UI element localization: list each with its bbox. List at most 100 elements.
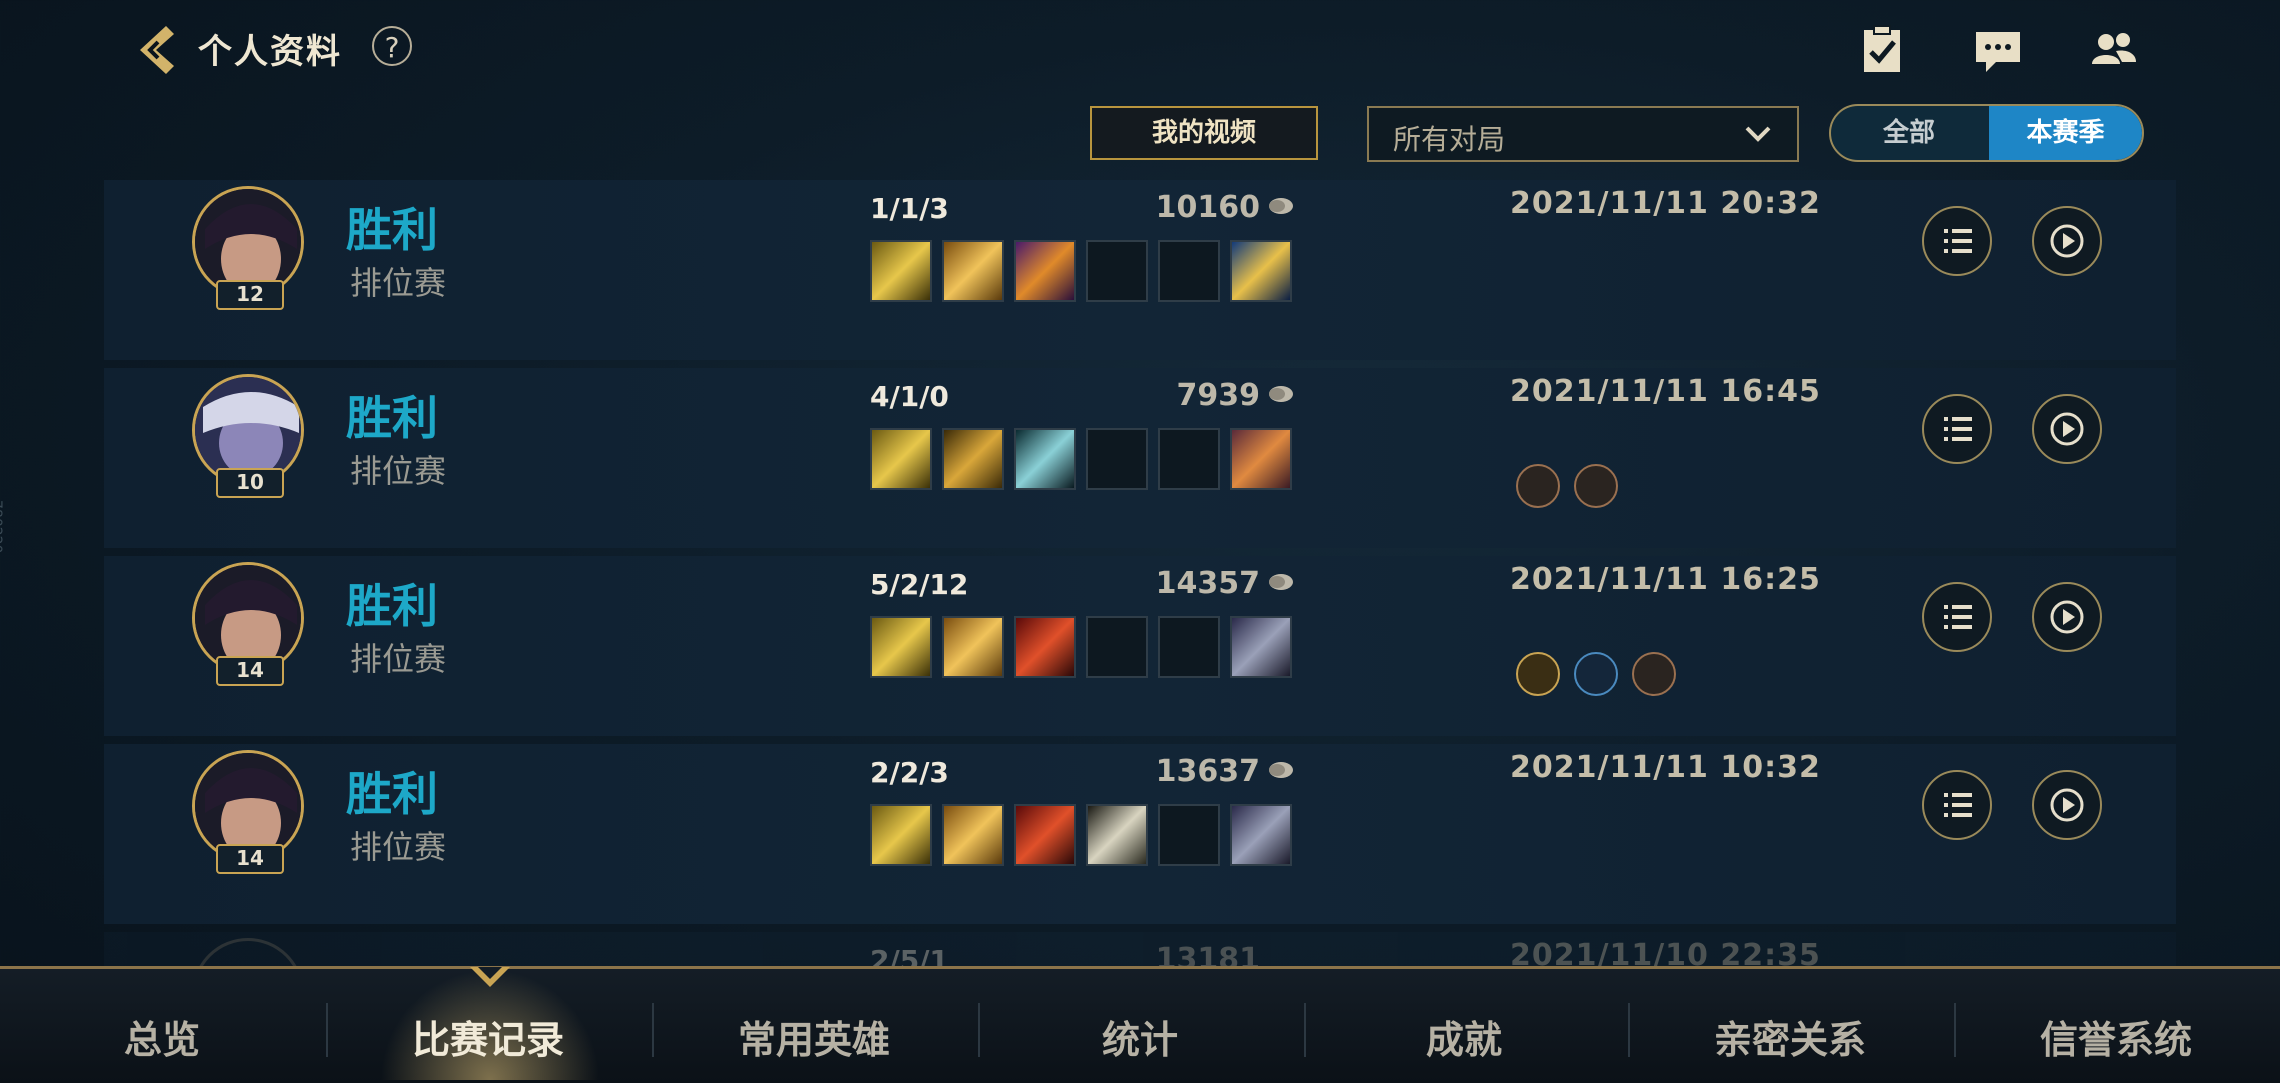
tab-honor[interactable]: 信誉系统: [2040, 1009, 2192, 1064]
season-toggle[interactable]: 全部 本赛季: [1829, 104, 2144, 162]
champion-level: 12: [216, 280, 284, 310]
gold-amount: 14357: [1155, 566, 1260, 601]
replay-icon: [2050, 788, 2084, 822]
tab-achievements[interactable]: 成就: [1426, 1009, 1502, 1064]
chat-icon[interactable]: [1970, 22, 2026, 78]
replay-button[interactable]: [2032, 582, 2102, 652]
match-date: 2021/11/11 20:32: [1510, 186, 1821, 221]
active-tab-pointer-icon: [470, 967, 510, 987]
replay-icon: [2050, 412, 2084, 446]
gold-icon: [1269, 574, 1293, 590]
segment-season[interactable]: 本赛季: [1989, 106, 2142, 160]
top-bar: 个人资料 ?: [0, 0, 2280, 100]
item-slot[interactable]: [1014, 240, 1076, 302]
match-result: 胜利: [346, 579, 438, 633]
match-row[interactable]: 14 胜利 排位赛 2/2/3 13637 2021/11/11 10:32: [104, 744, 2176, 924]
item-slot[interactable]: [1014, 804, 1076, 866]
tab-stats[interactable]: 统计: [1102, 1009, 1178, 1064]
my-videos-button[interactable]: 我的视频: [1090, 106, 1318, 160]
match-result: 胜利: [346, 203, 438, 257]
item-slot[interactable]: [942, 428, 1004, 490]
replay-button[interactable]: [2032, 206, 2102, 276]
match-date: 2021/11/11 10:32: [1510, 750, 1821, 785]
item-slot[interactable]: [942, 240, 1004, 302]
back-icon[interactable]: [128, 20, 188, 80]
item-slot-empty: [1158, 616, 1220, 678]
bottom-nav: 总览 比赛记录 常用英雄 统计 成就 亲密关系 信誉系统: [0, 966, 2280, 1083]
champion-avatar: [192, 938, 304, 966]
item-slot[interactable]: [1086, 804, 1148, 866]
match-row[interactable]: 2/5/1 13181 2021/11/10 22:35: [104, 932, 2176, 966]
match-filter-dropdown[interactable]: 所有对局: [1367, 106, 1799, 162]
match-mode: 排位赛: [350, 828, 447, 866]
tab-overview[interactable]: 总览: [124, 1009, 200, 1064]
achievement-badge-icon: [1632, 652, 1676, 696]
trinket-slot[interactable]: [1230, 428, 1292, 490]
match-row[interactable]: 10 胜利 排位赛 4/1/0 7939 2021/11/11 16:45: [104, 368, 2176, 548]
trinket-slot[interactable]: [1230, 240, 1292, 302]
kda: 5/2/12: [870, 568, 969, 601]
tab-match-history[interactable]: 比赛记录: [412, 1009, 564, 1064]
match-row[interactable]: 14 胜利 排位赛 5/2/12 14357 2021/11/11 16:25: [104, 556, 2176, 736]
kda: 2/5/1: [870, 944, 949, 966]
tab-divider: [1628, 1003, 1630, 1057]
achievement-badge-icon: [1516, 652, 1560, 696]
match-mode: 排位赛: [350, 264, 447, 302]
details-button[interactable]: [1922, 206, 1992, 276]
tab-champions[interactable]: 常用英雄: [738, 1009, 890, 1064]
item-slot[interactable]: [870, 804, 932, 866]
details-button[interactable]: [1922, 582, 1992, 652]
item-slot[interactable]: [1014, 616, 1076, 678]
segment-all[interactable]: 全部: [1831, 106, 1987, 160]
gold-amount: 13181: [1155, 942, 1260, 966]
champion-level: 14: [216, 844, 284, 874]
match-date: 2021/11/10 22:35: [1510, 938, 1821, 966]
match-result: 胜利: [346, 391, 438, 445]
tab-divider: [652, 1003, 654, 1057]
gold-icon: [1269, 386, 1293, 402]
details-button[interactable]: [1922, 770, 1992, 840]
match-list[interactable]: 12 胜利 排位赛 1/1/3 10160 2021/11/11 20:32 1…: [104, 180, 2176, 966]
match-mode: 排位赛: [350, 452, 447, 490]
tab-relationships[interactable]: 亲密关系: [1714, 1009, 1866, 1064]
item-slot-empty: [1158, 428, 1220, 490]
item-slot[interactable]: [870, 428, 932, 490]
filter-value: 所有对局: [1393, 123, 1506, 156]
list-icon: [1944, 793, 1972, 817]
achievement-badge-icon: [1516, 464, 1560, 508]
gold-amount: 7939: [1176, 378, 1261, 413]
replay-icon: [2050, 224, 2084, 258]
tab-divider: [326, 1003, 328, 1057]
friends-icon[interactable]: [2086, 22, 2142, 78]
item-slot-empty: [1086, 428, 1148, 490]
kda: 1/1/3: [870, 192, 949, 225]
checklist-icon[interactable]: [1854, 22, 1910, 78]
details-button[interactable]: [1922, 394, 1992, 464]
tab-divider: [1954, 1003, 1956, 1057]
gold-icon: [1269, 762, 1293, 778]
chevron-down-icon: [1745, 126, 1771, 142]
tab-divider: [1304, 1003, 1306, 1057]
champion-level: 14: [216, 656, 284, 686]
replay-button[interactable]: [2032, 394, 2102, 464]
trinket-slot[interactable]: [1230, 804, 1292, 866]
trinket-slot[interactable]: [1230, 616, 1292, 678]
item-slot[interactable]: [1014, 428, 1076, 490]
help-icon[interactable]: ?: [372, 26, 412, 66]
tab-divider: [978, 1003, 980, 1057]
item-slot-empty: [1086, 240, 1148, 302]
kda: 4/1/0: [870, 380, 949, 413]
item-slot[interactable]: [942, 804, 1004, 866]
replay-button[interactable]: [2032, 770, 2102, 840]
item-slot[interactable]: [870, 240, 932, 302]
item-slot-empty: [1086, 616, 1148, 678]
match-mode: 排位赛: [350, 640, 447, 678]
champion-level: 10: [216, 468, 284, 498]
match-row[interactable]: 12 胜利 排位赛 1/1/3 10160 2021/11/11 20:32: [104, 180, 2176, 360]
list-icon: [1944, 417, 1972, 441]
item-slot[interactable]: [870, 616, 932, 678]
item-slot[interactable]: [942, 616, 1004, 678]
list-icon: [1944, 229, 1972, 253]
gold-icon: [1269, 198, 1293, 214]
side-tag: 780220: [0, 500, 4, 554]
